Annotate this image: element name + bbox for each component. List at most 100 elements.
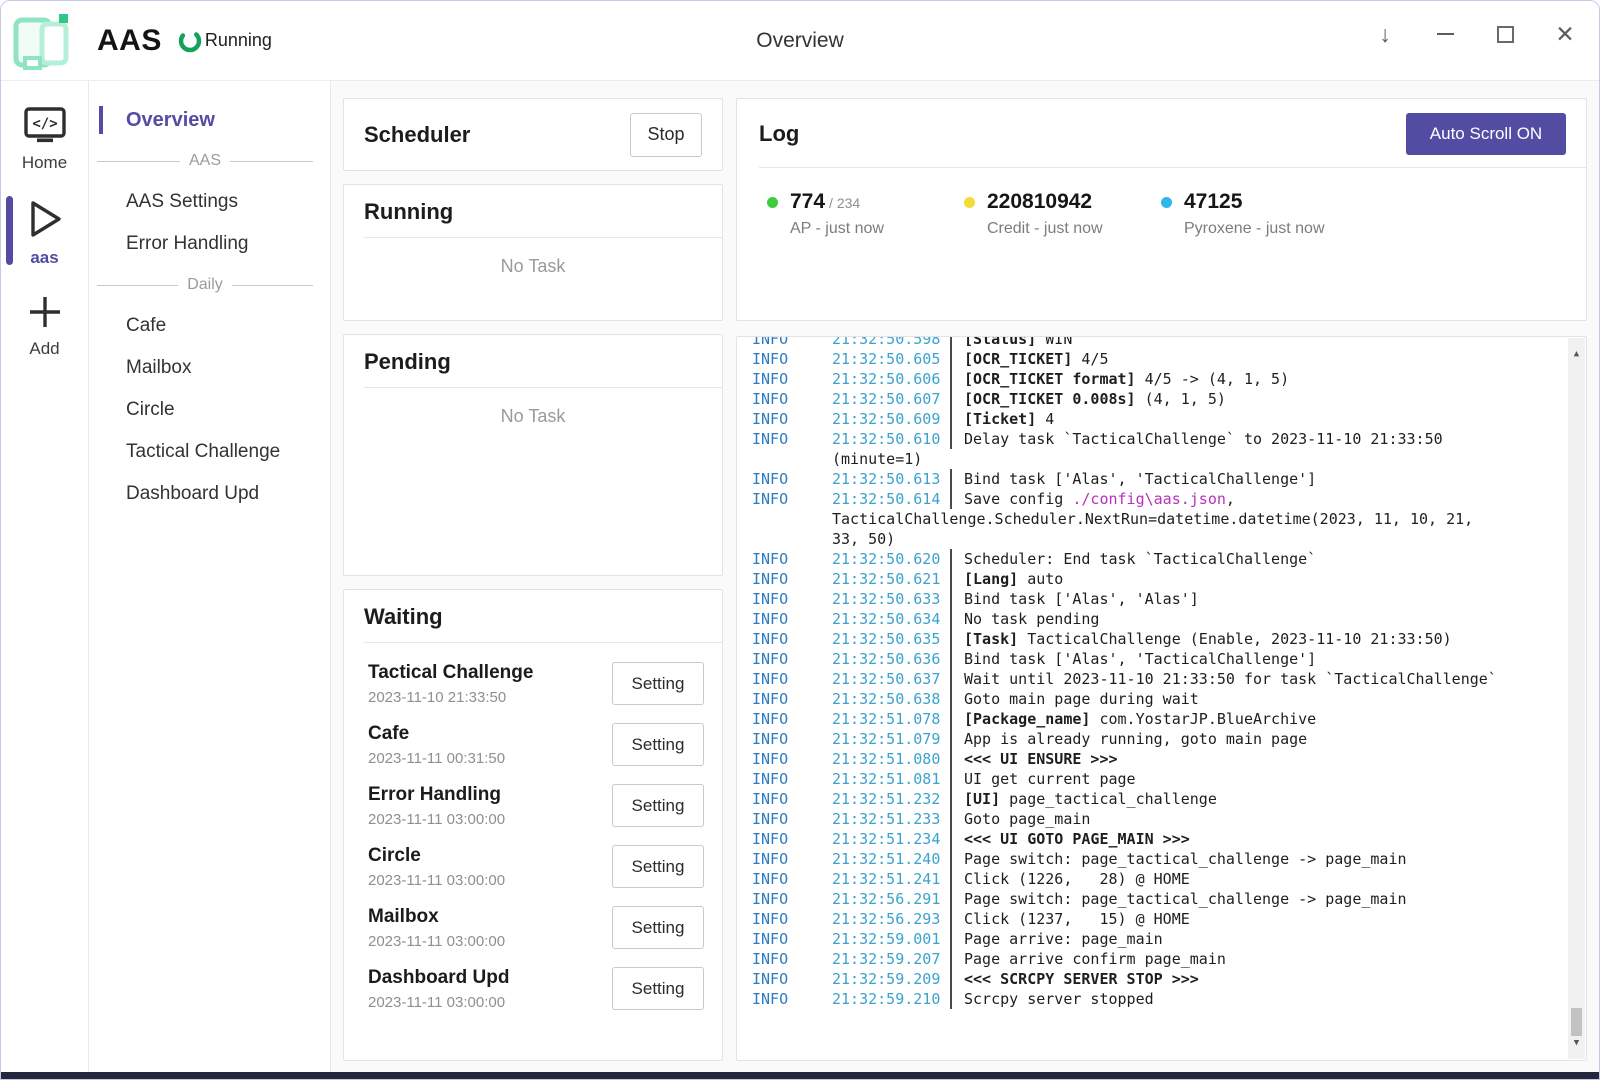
plus-icon [25, 292, 65, 332]
rail-item-add[interactable]: Add [1, 281, 88, 372]
stat-body: 47125 Pyroxene - just now [1184, 190, 1325, 238]
rail-label-add: Add [29, 339, 59, 359]
close-icon[interactable]: ✕ [1553, 22, 1577, 46]
task-setting-button[interactable]: Setting [612, 845, 704, 888]
log-message: [Ticket] 4 [950, 409, 1556, 429]
log-timestamp: 21:32:59.210 [832, 989, 950, 1009]
sidebar-group-divider: Daily [89, 265, 330, 305]
sidebar-item-label: Dashboard Upd [126, 483, 259, 505]
log-timestamp: 21:32:56.291 [832, 889, 950, 909]
sidebar-item-dashboard-upd[interactable]: Dashboard Upd [89, 473, 330, 515]
log-level: INFO [752, 749, 832, 769]
waiting-task-row-circle: Circle 2023-11-11 03:00:00 Setting [368, 845, 704, 889]
waiting-task-name: Error Handling [368, 784, 505, 806]
code-monitor-icon: </> [23, 106, 67, 146]
log-message: Scheduler: End task `TacticalChallenge` [950, 549, 1556, 569]
log-level: INFO [752, 869, 832, 889]
maximize-icon[interactable] [1493, 22, 1517, 46]
task-setting-button[interactable]: Setting [612, 662, 704, 705]
log-message: UI get current page [950, 769, 1556, 789]
rail-item-home[interactable]: </> Home [1, 95, 88, 186]
divider-line [97, 285, 178, 286]
stat-value: 220810942 [987, 190, 1092, 213]
waiting-task-row-mailbox: Mailbox 2023-11-11 03:00:00 Setting [368, 906, 704, 950]
log-line: INFO 21:32:51.232 [UI] page_tactical_cha… [752, 789, 1556, 809]
log-timestamp: 21:32:51.079 [832, 729, 950, 749]
task-setting-button[interactable]: Setting [612, 967, 704, 1010]
divider-line [230, 161, 313, 162]
log-timestamp: 21:32:59.001 [832, 929, 950, 949]
stop-button[interactable]: Stop [630, 113, 702, 157]
log-line: INFO 21:32:50.606 [OCR_TICKET format] 4/… [752, 369, 1556, 389]
window-bottom-edge [1, 1072, 1599, 1079]
sidebar-item-error-handling[interactable]: Error Handling [89, 223, 330, 265]
log-message: <<< SCRCPY SERVER STOP >>> [950, 969, 1556, 989]
stat-body: 220810942 Credit - just now [987, 190, 1103, 238]
log-line: INFO 21:32:51.233 Goto page_main [752, 809, 1556, 829]
log-timestamp: 21:32:59.207 [832, 949, 950, 969]
log-level: INFO [752, 589, 832, 609]
log-timestamp: 21:32:50.636 [832, 649, 950, 669]
resource-stat: 220810942 Credit - just now [964, 190, 1161, 238]
sidebar-group-divider: AAS [89, 141, 330, 181]
log-timestamp: 21:32:51.234 [832, 829, 950, 849]
stat-label: Pyroxene - just now [1184, 220, 1325, 238]
minimize-icon[interactable] [1433, 22, 1457, 46]
window-controls: ↓ ✕ [1373, 1, 1577, 67]
log-message: [UI] page_tactical_challenge [950, 789, 1556, 809]
log-scrollbar-thumb[interactable] [1571, 1008, 1582, 1036]
log-scrollbar[interactable]: ▲ ▼ [1568, 338, 1585, 1059]
pending-empty-text: No Task [344, 406, 722, 427]
sidebar-item-mailbox[interactable]: Mailbox [89, 347, 330, 389]
scheduler-card: Scheduler Stop [343, 98, 723, 171]
waiting-task-info: Error Handling 2023-11-11 03:00:00 [368, 784, 505, 828]
app-window: AAS Running Overview ↓ ✕ </> Home [0, 0, 1600, 1080]
log-message: <<< UI GOTO PAGE_MAIN >>> [950, 829, 1556, 849]
log-message: Page switch: page_tactical_challenge -> … [950, 889, 1556, 909]
sidebar-item-label: Circle [126, 399, 175, 421]
scroll-down-icon[interactable]: ▼ [1574, 1033, 1579, 1053]
update-download-icon[interactable]: ↓ [1373, 22, 1397, 46]
auto-scroll-button[interactable]: Auto Scroll ON [1406, 113, 1566, 155]
waiting-task-info: Circle 2023-11-11 03:00:00 [368, 845, 505, 889]
log-timestamp: 21:32:50.634 [832, 609, 950, 629]
left-rail: </> Home aas Add [1, 81, 89, 1074]
log-column: Log Auto Scroll ON 774/ 234 AP - just no… [736, 98, 1587, 1061]
log-line: INFO 21:32:50.620 Scheduler: End task `T… [752, 549, 1556, 569]
scheduler-title: Scheduler [364, 122, 470, 148]
log-level: INFO [752, 336, 832, 349]
log-line: INFO 21:32:50.634 No task pending [752, 609, 1556, 629]
log-lines: INFO 21:32:50.598 [Status] WIN INFO 21:3… [752, 336, 1556, 1009]
log-line: INFO 21:32:50.633 Bind task ['Alas', 'Al… [752, 589, 1556, 609]
log-message: Bind task ['Alas', 'Alas'] [950, 589, 1556, 609]
sidebar-item-overview[interactable]: Overview [89, 99, 330, 141]
divider-line [232, 285, 313, 286]
log-line: INFO 21:32:50.637 Wait until 2023-11-10 … [752, 669, 1556, 689]
rail-label-home: Home [22, 153, 67, 173]
log-timestamp: 21:32:50.635 [832, 629, 950, 649]
log-message: [OCR_TICKET format] 4/5 -> (4, 1, 5) [950, 369, 1556, 389]
sidebar-item-circle[interactable]: Circle [89, 389, 330, 431]
waiting-task-row-dashboard-upd: Dashboard Upd 2023-11-11 03:00:00 Settin… [368, 967, 704, 1011]
log-timestamp: 21:32:50.621 [832, 569, 950, 589]
sidebar-item-cafe[interactable]: Cafe [89, 305, 330, 347]
task-setting-button[interactable]: Setting [612, 723, 704, 766]
divider-line [97, 161, 180, 162]
log-level: INFO [752, 629, 832, 649]
task-setting-button[interactable]: Setting [612, 784, 704, 827]
scroll-up-icon[interactable]: ▲ [1574, 344, 1579, 364]
rail-item-aas[interactable]: aas [1, 186, 88, 281]
log-message: Click (1237, 15) @ HOME [950, 909, 1556, 929]
log-line-continuation: 33, 50) [752, 529, 1556, 549]
log-message: Click (1226, 28) @ HOME [950, 869, 1556, 889]
log-message: Scrcpy server stopped [950, 989, 1556, 1009]
log-line: INFO 21:32:50.638 Goto main page during … [752, 689, 1556, 709]
waiting-task-next-run: 2023-11-10 21:33:50 [368, 689, 533, 706]
log-line: INFO 21:32:59.001 Page arrive: page_main [752, 929, 1556, 949]
sidebar-item-label: Mailbox [126, 357, 191, 379]
log-viewer[interactable]: INFO 21:32:50.598 [Status] WIN INFO 21:3… [736, 336, 1587, 1061]
sidebar-item-tactical-challenge[interactable]: Tactical Challenge [89, 431, 330, 473]
sidebar-item-aas-settings[interactable]: AAS Settings [89, 181, 330, 223]
sidebar-item-label: AAS Settings [126, 191, 238, 213]
task-setting-button[interactable]: Setting [612, 906, 704, 949]
